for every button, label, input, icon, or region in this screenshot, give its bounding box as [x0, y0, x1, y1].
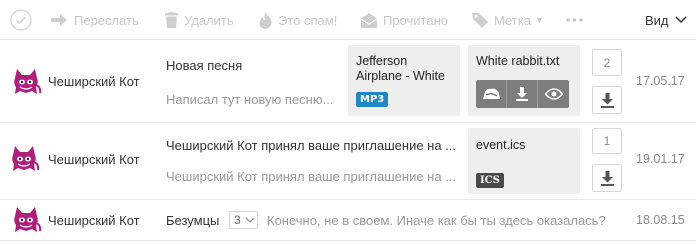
thread-count-dropdown[interactable]: 3	[229, 211, 258, 229]
file-type-badge: ICS	[476, 173, 504, 188]
sender-name: Чеширский Кот	[48, 152, 140, 167]
tag-icon	[472, 13, 488, 28]
mark-read-button[interactable]: Прочитано	[361, 0, 448, 40]
forward-label: Переслать	[74, 12, 139, 28]
attachment-count[interactable]: 1	[592, 128, 622, 154]
flame-icon	[259, 11, 272, 29]
download-icon	[516, 87, 528, 101]
view-dropdown[interactable]: Вид	[645, 0, 687, 40]
preview-button[interactable]	[538, 80, 569, 108]
sender-name: Чеширский Кот	[48, 74, 140, 89]
attachment-title: Jefferson Airplane - White	[356, 54, 445, 84]
save-to-cloud-button[interactable]	[476, 80, 507, 108]
avatar	[10, 67, 42, 97]
arrow-right-icon	[51, 14, 67, 26]
delete-button[interactable]: Удалить	[165, 0, 234, 40]
attachment-title-line: Airplane - White	[356, 69, 445, 83]
avatar	[10, 205, 42, 235]
spam-label: Это спам!	[278, 12, 338, 28]
message-row[interactable]: Чеширский Кот Чеширский Кот принял ваше …	[0, 123, 696, 200]
thread-count: 3	[234, 213, 241, 227]
message-subject: Чеширский Кот принял ваше приглашение на…	[166, 138, 457, 153]
avatar	[8, 144, 40, 174]
message-snippet: Чеширский Кот принял ваше приглашение на…	[166, 169, 457, 184]
message-date: 19.01.17	[636, 152, 685, 166]
message-snippet: Конечно, не в своем. Иначе как бы ты зде…	[267, 213, 606, 228]
open-envelope-icon	[361, 12, 377, 28]
message-date: 18.08.15	[636, 213, 685, 227]
message-subject: Безумцы	[166, 213, 220, 228]
tag-button[interactable]: Метка ▼	[472, 0, 544, 40]
message-row[interactable]: Чеширский Кот Новая песня Написал тут но…	[0, 40, 696, 123]
trash-icon	[165, 12, 178, 28]
attachment-title: White rabbit.txt	[476, 54, 560, 68]
read-label: Прочитано	[383, 12, 448, 28]
attachment-audio[interactable]: Jefferson Airplane - White MP3	[348, 45, 460, 116]
forward-button[interactable]: Переслать	[51, 0, 139, 40]
chevron-down-icon	[245, 217, 255, 223]
chevron-down-icon	[675, 16, 687, 24]
check-circle-icon	[10, 9, 32, 31]
view-label: Вид	[645, 12, 669, 28]
chevron-down-icon: ▼	[534, 15, 544, 25]
sender-name: Чеширский Кот	[48, 213, 140, 228]
cloud-save-icon	[483, 88, 500, 99]
message-snippet: Написал тут новую песню...	[166, 92, 334, 107]
delete-label: Удалить	[184, 12, 234, 28]
download-all-button[interactable]	[592, 164, 622, 192]
attachment-title: event.ics	[476, 138, 526, 152]
message-toolbar: Переслать Удалить Это спам! Прочитано Ме…	[0, 0, 696, 40]
download-all-button[interactable]	[592, 86, 622, 114]
attachment-text-file[interactable]: White rabbit.txt	[468, 45, 580, 116]
eye-icon	[544, 88, 563, 100]
download-button[interactable]	[507, 80, 538, 108]
attachment-count[interactable]: 2	[592, 49, 622, 76]
spam-button[interactable]: Это спам!	[259, 0, 337, 40]
more-button[interactable]	[566, 0, 583, 40]
download-icon	[600, 92, 614, 108]
attachment-calendar-event[interactable]: event.ics ICS	[468, 128, 580, 194]
message-row[interactable]: Чеширский Кот Безумцы 3 Конечно, не в св…	[0, 200, 696, 241]
download-icon	[600, 170, 614, 186]
file-type-badge: MP3	[356, 92, 389, 107]
select-all-checkbox[interactable]	[10, 0, 32, 40]
attachment-title-line: Jefferson	[356, 54, 408, 68]
message-subject: Новая песня	[166, 58, 243, 73]
attachment-actions	[476, 80, 569, 108]
tag-label: Метка	[494, 12, 531, 28]
more-dots-icon	[566, 18, 583, 22]
message-date: 17.05.17	[636, 74, 685, 88]
